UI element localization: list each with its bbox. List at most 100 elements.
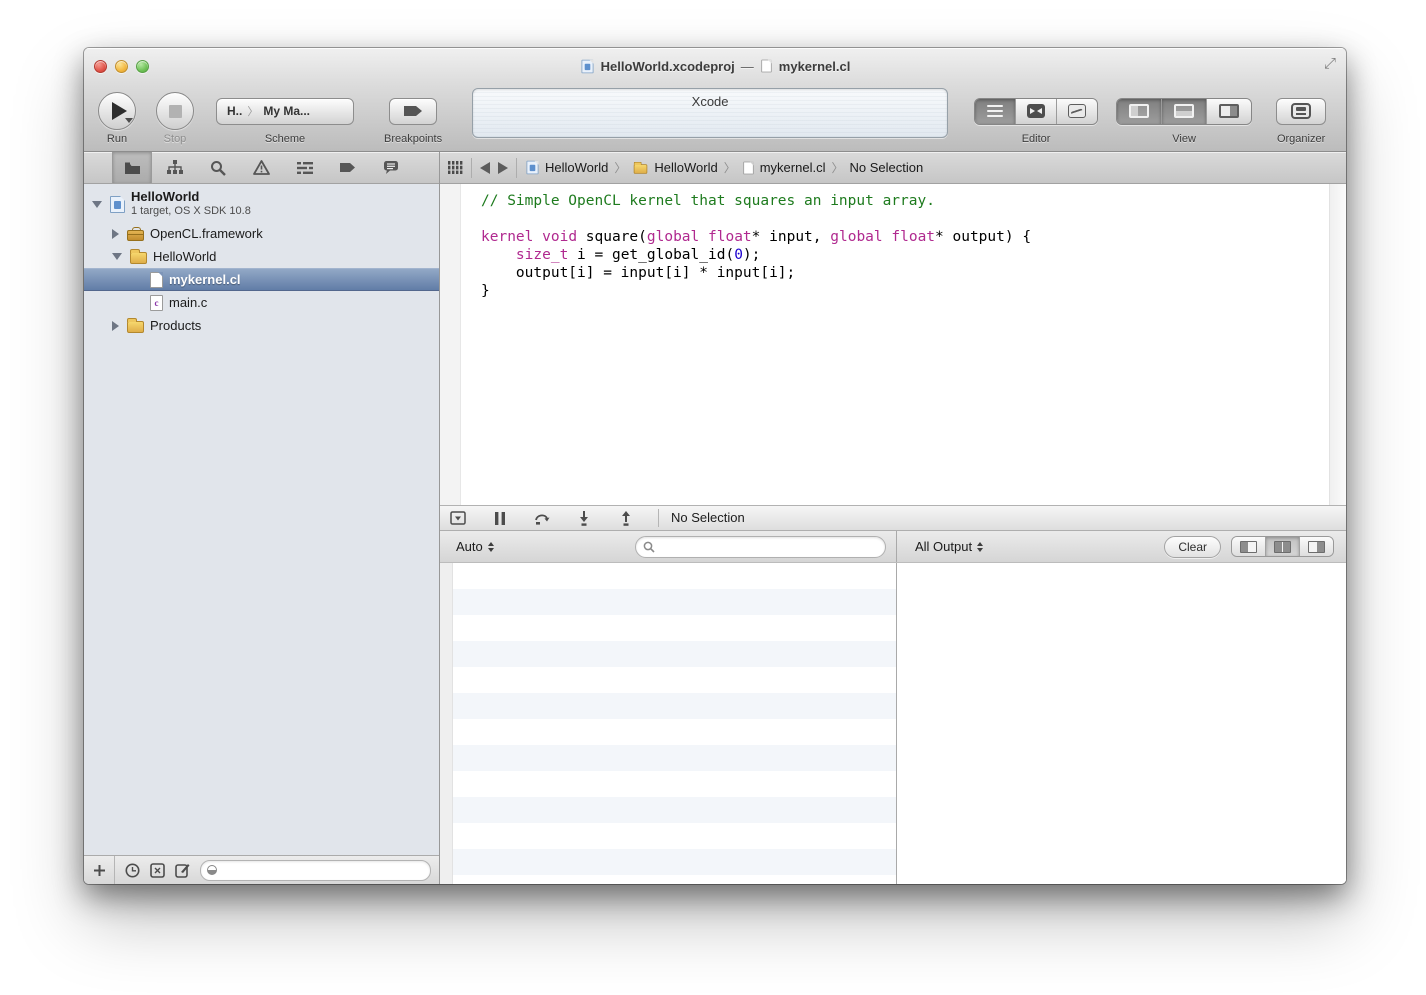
related-items-icon[interactable] (448, 161, 463, 174)
issue-navigator-tab[interactable] (241, 152, 281, 183)
tree-item[interactable]: OpenCL.framework (84, 222, 439, 245)
tree-item-label: Products (150, 318, 201, 333)
navigator-panel: HelloWorld 1 target, OS X SDK 10.8 OpenC… (84, 152, 440, 884)
breakpoint-navigator-tab[interactable] (328, 152, 368, 183)
recent-files-clock-icon[interactable] (125, 863, 140, 878)
breadcrumb-label: HelloWorld (654, 160, 717, 175)
debug-area (440, 563, 1346, 884)
folder-icon (124, 161, 141, 175)
breakpoint-tag-icon (339, 162, 356, 173)
clear-label: Clear (1178, 540, 1207, 554)
version-editor-icon (1068, 104, 1086, 118)
disclosure-triangle[interactable] (112, 321, 119, 331)
step-into-button[interactable] (574, 508, 594, 528)
tree-item-label: mykernel.cl (169, 272, 241, 287)
variables-scope-popup[interactable]: Auto (456, 539, 494, 554)
variables-header: Auto (440, 531, 897, 562)
symbol-navigator-tab[interactable] (155, 152, 195, 183)
editor-segmented-control (974, 98, 1098, 125)
editor-area: HelloWorld〉HelloWorld〉mykernel.cl〉No Sel… (440, 152, 1346, 884)
breakpoints-label: Breakpoints (384, 133, 442, 145)
utilities-pane-icon (1219, 104, 1239, 118)
debug-status: No Selection (658, 509, 745, 527)
window-title: HelloWorld.xcodeproj — mykernel.cl (84, 48, 1346, 84)
navigator-filter-field[interactable] (200, 860, 431, 881)
clear-console-button[interactable]: Clear (1164, 536, 1221, 558)
add-button[interactable] (84, 856, 115, 884)
hide-debug-area-button[interactable] (448, 508, 468, 528)
scheme-target: H.. (227, 104, 242, 118)
breakpoints-button[interactable] (389, 98, 437, 125)
forward-button[interactable] (498, 162, 508, 174)
navigator-items: OpenCL.frameworkHelloWorld mykernel.cl cma… (84, 222, 439, 337)
variables-search-field[interactable] (635, 536, 886, 558)
scm-status-icon[interactable] (150, 863, 165, 878)
show-console-only-button[interactable] (1300, 537, 1333, 556)
standard-editor-button[interactable] (975, 99, 1016, 124)
hide-debug-icon (450, 511, 466, 525)
source-code[interactable]: // Simple OpenCL kernel that squares an … (461, 184, 1329, 505)
traffic-lights (94, 60, 149, 73)
project-icon (527, 161, 539, 175)
version-editor-button[interactable] (1057, 99, 1097, 124)
editor-scrollbar[interactable] (1329, 184, 1346, 505)
breadcrumb-item[interactable]: HelloWorld (632, 160, 717, 175)
scheme-selector[interactable]: H.. 〉 My Ma... (216, 98, 354, 125)
tree-item[interactable]: mykernel.cl (84, 268, 439, 291)
split-pane-icon (1274, 541, 1291, 553)
unsaved-files-pencil-icon[interactable] (175, 863, 190, 878)
step-out-button[interactable] (616, 508, 636, 528)
breadcrumb-item[interactable]: HelloWorld (525, 159, 608, 176)
tree-item-project[interactable]: HelloWorld 1 target, OS X SDK 10.8 (84, 186, 439, 222)
toggle-utilities-button[interactable] (1207, 99, 1251, 124)
zoom-button[interactable] (136, 60, 149, 73)
step-over-icon (534, 511, 551, 525)
tree-item[interactable]: HelloWorld (84, 245, 439, 268)
toggle-debug-area-button[interactable] (1162, 99, 1207, 124)
pause-button[interactable] (490, 508, 510, 528)
organizer-button[interactable] (1276, 98, 1326, 125)
disclosure-triangle[interactable] (92, 201, 102, 208)
stop-button[interactable] (156, 92, 194, 130)
filter-input[interactable] (222, 863, 424, 878)
tree-item[interactable]: cmain.c (84, 291, 439, 314)
disclosure-triangle[interactable] (112, 253, 122, 260)
standard-editor-icon (987, 105, 1003, 117)
tree-item[interactable]: Products (84, 314, 439, 337)
project-navigator-tab[interactable] (112, 152, 152, 183)
log-navigator-tab[interactable] (371, 152, 411, 183)
variables-view[interactable] (440, 563, 897, 884)
assistant-editor-button[interactable] (1016, 99, 1057, 124)
breadcrumb-item[interactable]: mykernel.cl (742, 160, 826, 176)
title-bar[interactable]: HelloWorld.xcodeproj — mykernel.cl ⤢ (84, 48, 1346, 84)
breadcrumb-item[interactable]: No Selection (849, 160, 923, 175)
close-button[interactable] (94, 60, 107, 73)
variables-search-input[interactable] (660, 539, 878, 554)
breadcrumb-separator-icon: 〉 (614, 159, 626, 176)
navigator-filter-bar (84, 855, 439, 884)
console-view[interactable] (897, 563, 1346, 884)
disclosure-triangle[interactable] (112, 229, 119, 239)
output-filter-popup[interactable]: All Output (915, 539, 983, 554)
run-button[interactable] (98, 92, 136, 130)
code-editor[interactable]: // Simple OpenCL kernel that squares an … (440, 184, 1346, 505)
project-navigator-tree: HelloWorld 1 target, OS X SDK 10.8 OpenC… (84, 184, 439, 855)
xcodeproj-icon (581, 59, 593, 73)
toggle-navigator-button[interactable] (1117, 99, 1162, 124)
show-variables-only-button[interactable] (1232, 537, 1266, 556)
search-navigator-tab[interactable] (198, 152, 238, 183)
back-button[interactable] (480, 162, 490, 174)
scheme-label: Scheme (265, 133, 305, 145)
editor-gutter[interactable] (440, 184, 461, 505)
variables-rows (453, 563, 896, 884)
toolbar: Run Stop H.. 〉 My Ma... Scheme Breakpoin… (84, 84, 1346, 152)
fullscreen-icon[interactable]: ⤢ (1324, 56, 1336, 71)
step-over-button[interactable] (532, 508, 552, 528)
right-pane-icon (1308, 541, 1325, 553)
show-both-panes-button[interactable] (1266, 537, 1300, 556)
view-segmented-control (1116, 98, 1252, 125)
debug-navigator-tab[interactable] (285, 152, 325, 183)
popup-arrows-icon (488, 542, 494, 552)
minimize-button[interactable] (115, 60, 128, 73)
project-subtitle: 1 target, OS X SDK 10.8 (131, 204, 251, 218)
